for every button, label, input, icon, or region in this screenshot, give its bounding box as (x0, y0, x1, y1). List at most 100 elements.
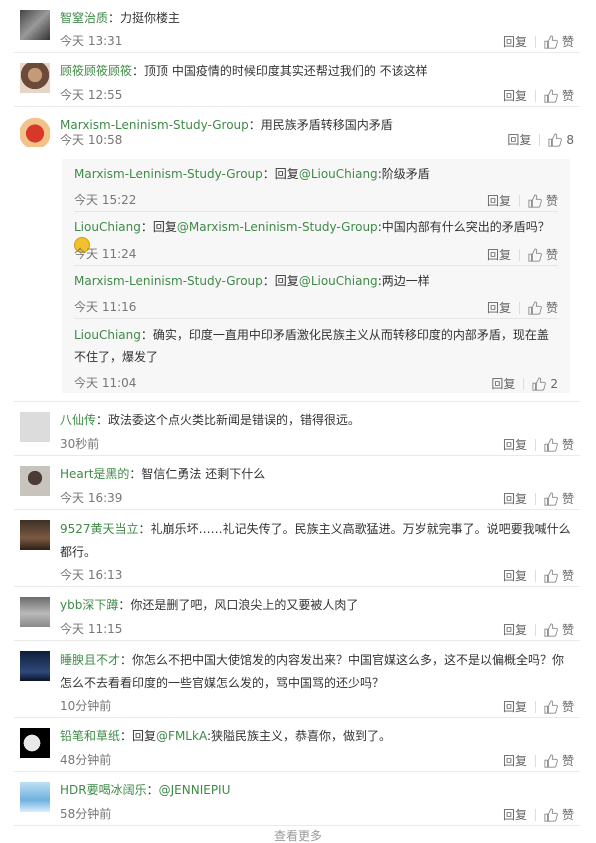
comment-author[interactable]: 八仙传 (60, 413, 96, 427)
like-button[interactable]: 赞 (544, 621, 574, 638)
thumbs-up-icon (528, 300, 542, 315)
thumbs-up-icon (544, 568, 558, 583)
comment-time: 今天 16:39 (60, 491, 123, 505)
reply-button[interactable]: 回复 (503, 567, 527, 584)
comment-time: 今天 16:13 (60, 568, 123, 582)
reply-button[interactable]: 回复 (503, 752, 527, 769)
like-count: 赞 (561, 438, 574, 452)
comment-item: Marxism-Leninism-Study-Group：用民族矛盾转移国内矛盾… (14, 107, 580, 402)
reply-time: 今天 15:22 (74, 193, 137, 207)
thumbs-up-icon (544, 807, 558, 822)
mention-link[interactable]: @LiouChiang (299, 274, 378, 288)
comment-list: 智窒治质：力挺你楼主 今天 13:31 回复赞 顾筱顾筱顾筱：顶顶 中国疫情的时… (0, 0, 596, 826)
thumbs-up-icon (544, 491, 558, 506)
comment-item: 9527黄天当立：礼崩乐坏……礼记失传了。民族主义高歌猛进。万岁就完事了。说吧要… (14, 510, 580, 587)
thumbs-up-icon (528, 247, 542, 262)
avatar[interactable] (20, 597, 50, 627)
reply-button[interactable]: 回复 (491, 375, 515, 392)
mention-link[interactable]: @JENNIEPIU (159, 783, 231, 797)
reply-button[interactable]: 回复 (503, 490, 527, 507)
like-count: 赞 (545, 194, 558, 208)
reply-author[interactable]: LiouChiang (74, 328, 141, 342)
reply-author[interactable]: Marxism-Leninism-Study-Group (74, 167, 263, 181)
comment-item: 顾筱顾筱顾筱：顶顶 中国疫情的时候印度其实还帮过我们的 不该这样 今天 12:5… (14, 53, 580, 107)
thumbs-up-icon (544, 437, 558, 452)
reply-thread: Marxism-Leninism-Study-Group：回复@LiouChia… (62, 159, 570, 393)
like-button[interactable]: 赞 (544, 87, 574, 104)
reply-button[interactable]: 回复 (503, 698, 527, 715)
mention-link[interactable]: @Marxism-Leninism-Study-Group (177, 220, 378, 234)
like-count: 赞 (561, 623, 574, 637)
comment-text: 你还是删了吧，风口浪尖上的又要被人肉了 (130, 598, 359, 612)
comment-author[interactable]: HDR要喝冰阔乐 (60, 783, 147, 797)
comment-item: 八仙传：政法委这个点火类比新闻是错误的，错得很远。 30秒前 回复赞 (14, 402, 580, 456)
comment-author[interactable]: ybb深下蹲 (60, 598, 118, 612)
like-button[interactable]: 8 (548, 133, 574, 147)
comment-item: 睡腴且不才：你怎么不把中国大使馆发的内容发出来？中国官媒这么多，这不是以偏概全吗… (14, 641, 580, 718)
comment-time: 今天 12:55 (60, 88, 123, 102)
reply-button[interactable]: 回复 (507, 131, 531, 148)
comment-time: 58分钟前 (60, 807, 112, 821)
mention-link[interactable]: @FMLkA (156, 729, 207, 743)
thumbs-up-icon (528, 193, 542, 208)
comment-author[interactable]: 铅笔和草纸 (60, 729, 120, 743)
comment-time: 今天 13:31 (60, 34, 123, 48)
comment-author[interactable]: 智窒治质 (60, 11, 108, 25)
reply-author[interactable]: LiouChiang (74, 220, 141, 234)
like-button[interactable]: 赞 (528, 246, 558, 263)
avatar[interactable] (20, 651, 50, 681)
reply-author[interactable]: Marxism-Leninism-Study-Group (74, 274, 263, 288)
like-button[interactable]: 赞 (528, 299, 558, 316)
reply-button[interactable]: 回复 (503, 33, 527, 50)
reply-button[interactable]: 回复 (487, 246, 511, 263)
reply-button[interactable]: 回复 (503, 806, 527, 823)
like-button[interactable]: 2 (532, 377, 558, 391)
comment-text: 狭隘民族主义，恭喜你，做到了。 (210, 729, 391, 743)
avatar[interactable] (20, 63, 50, 93)
comment-author[interactable]: Marxism-Leninism-Study-Group (60, 118, 249, 132)
comment-item: HDR要喝冰阔乐：@JENNIEPIU 58分钟前 回复赞 (14, 772, 580, 826)
comment-author[interactable]: 顾筱顾筱顾筱 (60, 64, 132, 78)
mention-link[interactable]: @LiouChiang (299, 167, 378, 181)
like-button[interactable]: 赞 (544, 33, 574, 50)
avatar[interactable] (20, 728, 50, 758)
comment-text: 政法委这个点火类比新闻是错误的，错得很远。 (108, 413, 361, 427)
reply-button[interactable]: 回复 (503, 621, 527, 638)
reply-time: 今天 11:04 (74, 376, 137, 390)
reply-button[interactable]: 回复 (503, 87, 527, 104)
like-button[interactable]: 赞 (544, 490, 574, 507)
avatar[interactable] (20, 782, 50, 812)
comment-author[interactable]: 睡腴且不才 (60, 653, 120, 667)
like-button[interactable]: 赞 (544, 698, 574, 715)
comment-text: 顶顶 中国疫情的时候印度其实还帮过我们的 不该这样 (144, 64, 428, 78)
avatar[interactable] (20, 117, 50, 147)
like-count: 赞 (561, 35, 574, 49)
load-more-button[interactable]: 查看更多 (0, 829, 596, 843)
like-button[interactable]: 赞 (544, 567, 574, 584)
like-button[interactable]: 赞 (528, 192, 558, 209)
comment-item: ybb深下蹲：你还是删了吧，风口浪尖上的又要被人肉了 今天 11:15 回复赞 (14, 587, 580, 641)
reply-button[interactable]: 回复 (487, 192, 511, 209)
comment-author[interactable]: Heart是黑的 (60, 467, 129, 481)
like-button[interactable]: 赞 (544, 806, 574, 823)
comment-text: 力挺你楼主 (120, 11, 181, 25)
avatar[interactable] (20, 466, 50, 496)
comment-text: 你怎么不把中国大使馆发的内容发出来？中国官媒这么多，这不是以偏概全吗？你怎么不去… (60, 653, 565, 690)
avatar[interactable] (20, 10, 50, 40)
reply-time: 今天 11:16 (74, 300, 137, 314)
thumbs-up-icon (532, 376, 547, 391)
thumbs-up-icon (544, 88, 558, 103)
reply-button[interactable]: 回复 (503, 436, 527, 453)
avatar[interactable] (20, 412, 50, 442)
like-count: 赞 (545, 248, 558, 262)
reply-item: LiouChiang：确实，印度一直用中印矛盾激化民族主义从而转移印度的内部矛盾… (74, 328, 558, 392)
like-count: 赞 (561, 808, 574, 822)
reply-button[interactable]: 回复 (487, 299, 511, 316)
avatar[interactable] (20, 520, 50, 550)
comment-text: 用民族矛盾转移国内矛盾 (260, 118, 393, 132)
like-button[interactable]: 赞 (544, 752, 574, 769)
comment-author[interactable]: 9527黄天当立 (60, 522, 139, 536)
like-button[interactable]: 赞 (544, 436, 574, 453)
like-count: 2 (550, 376, 558, 391)
comment-text: 智信仁勇法 还剩下什么 (141, 467, 266, 481)
